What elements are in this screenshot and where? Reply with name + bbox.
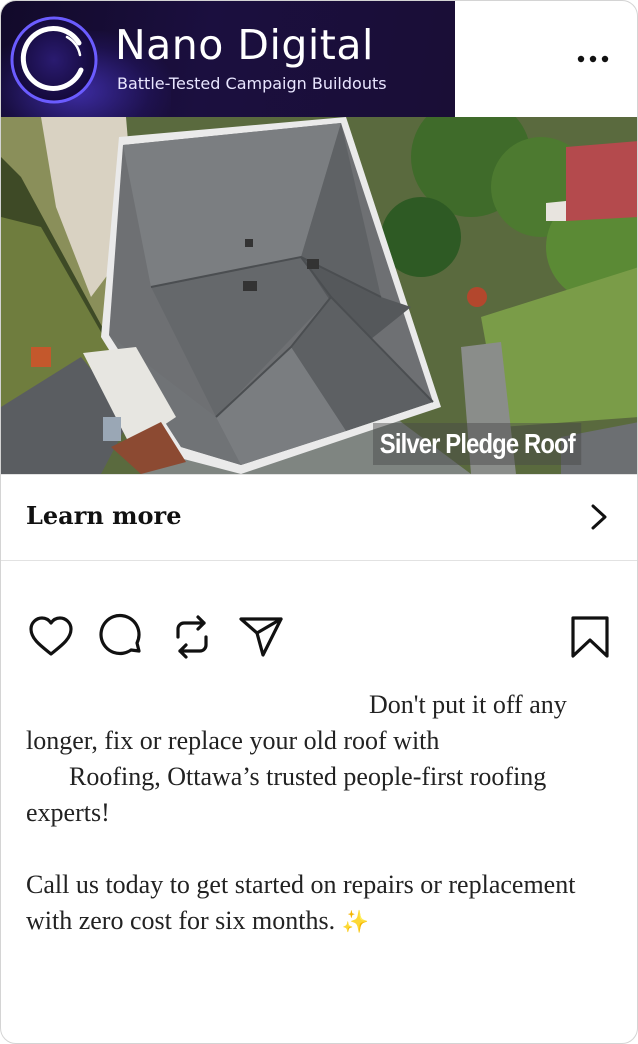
more-options-button[interactable]: [567, 41, 619, 77]
learn-more-button[interactable]: Learn more: [1, 474, 637, 561]
more-horizontal-icon: [577, 55, 609, 63]
aerial-roof-photo: [1, 117, 637, 474]
repost-icon: [176, 615, 208, 659]
brand-name: Nano Digital: [115, 21, 374, 69]
post-caption: Don't put it off any longer, fix or repl…: [26, 687, 616, 940]
bookmark-icon: [571, 616, 609, 658]
comment-icon: [99, 613, 141, 656]
brand-logo-icon: [10, 16, 98, 104]
sparkles-emoji: ✨: [341, 909, 369, 934]
heart-icon: [29, 616, 73, 656]
repost-button[interactable]: [168, 613, 216, 661]
send-icon: [239, 617, 283, 657]
caption-line-1: Don't put it off any longer, fix or repl…: [26, 690, 567, 755]
chevron-right-icon: [591, 504, 607, 530]
comment-button[interactable]: [98, 613, 146, 661]
caption-call-to-action: Call us today to get started on repairs …: [26, 870, 576, 935]
save-button[interactable]: [566, 613, 614, 661]
share-button[interactable]: [237, 613, 285, 661]
media-overlay-text: Silver Pledge Roof: [373, 423, 582, 465]
brand-tagline: Battle-Tested Campaign Buildouts: [117, 74, 387, 93]
ad-post-card: Nano Digital Battle-Tested Campaign Buil…: [0, 0, 638, 1044]
post-media-image[interactable]: Silver Pledge Roof: [1, 117, 637, 474]
brand-banner: Nano Digital Battle-Tested Campaign Buil…: [1, 1, 455, 117]
caption-line-2: Roofing, Ottawa’s trusted people-first r…: [26, 762, 547, 827]
like-button[interactable]: [27, 613, 75, 661]
learn-more-label: Learn more: [26, 501, 182, 530]
caption-paragraph-2: Call us today to get started on repairs …: [26, 867, 616, 940]
caption-paragraph-1: Don't put it off any longer, fix or repl…: [26, 687, 616, 831]
